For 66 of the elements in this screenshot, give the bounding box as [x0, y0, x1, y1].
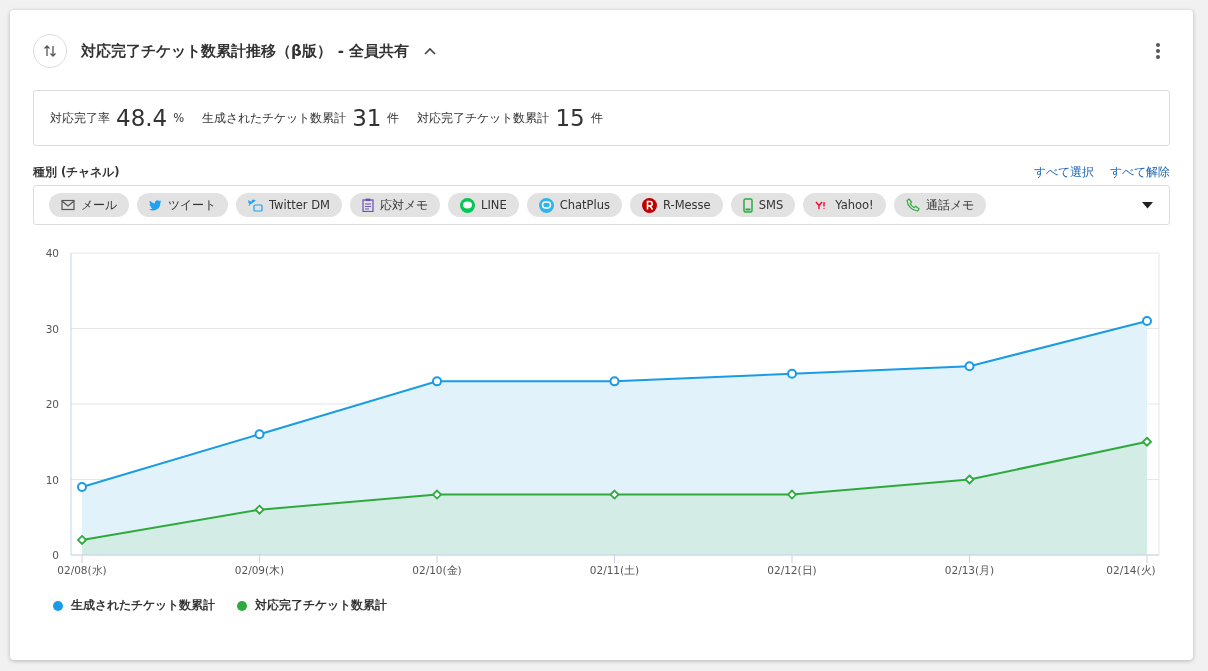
chat-bubble-icon	[460, 197, 475, 213]
clipboard-icon	[362, 198, 374, 212]
legend-label[interactable]: 生成されたチケット数累計	[71, 598, 215, 613]
x-tick-label: 02/10(金)	[412, 564, 462, 576]
sort-icon[interactable]	[33, 34, 67, 68]
more-icon[interactable]	[1155, 42, 1161, 60]
x-tick-label: 02/08(水)	[57, 564, 107, 576]
x-tick-label: 02/12(日)	[767, 564, 817, 576]
channel-chip[interactable]: ツイート	[137, 193, 228, 217]
stat-unit: %	[173, 111, 185, 125]
data-point	[786, 489, 798, 500]
channel-chip[interactable]: SMS	[730, 193, 796, 217]
data-point	[1142, 315, 1152, 326]
y-tick-label: 0	[52, 549, 59, 561]
share-label: - 全員共有	[337, 41, 410, 61]
channel-chip[interactable]: ChatPlus	[526, 193, 622, 217]
data-point	[1141, 436, 1153, 448]
data-point	[964, 361, 975, 372]
data-point	[609, 489, 620, 500]
channel-chip[interactable]: Twitter DM	[236, 193, 342, 217]
data-point	[609, 376, 620, 387]
data-point	[787, 368, 797, 379]
x-tick-label: 02/09(木)	[234, 564, 285, 576]
channel-chip[interactable]: 通話メモ	[893, 193, 986, 217]
filter-label: 種別 (チャネル)	[33, 164, 120, 180]
clear-all-link[interactable]: すべて解除	[1110, 164, 1170, 180]
dropdown-caret-icon[interactable]	[1142, 201, 1153, 209]
data-point	[254, 429, 265, 440]
select-all-link[interactable]: すべて選択	[1034, 164, 1094, 180]
stat-label: 生成されたチケット数累計	[202, 110, 347, 126]
channel-chip[interactable]: 応対メモ	[350, 193, 440, 217]
phone-icon	[742, 197, 753, 213]
stat-value: 15	[555, 105, 585, 131]
channel-filter-field[interactable]: メール ツイート Twitter DM 応対メモ LINE ChatPlus R-Messe SMS Yahoo! 通話メモ	[33, 185, 1170, 225]
channel-chip[interactable]: Yahoo!	[803, 193, 886, 217]
envelope-icon	[61, 199, 75, 211]
phone-handset-icon	[905, 198, 920, 212]
circled-r-icon	[641, 197, 657, 213]
stat-value: 48.4	[116, 105, 168, 131]
y-tick-label: 20	[45, 398, 59, 410]
data-point	[964, 474, 975, 485]
chat-bubble-icon	[538, 197, 554, 213]
channel-chip[interactable]: LINE	[448, 193, 519, 217]
bird-message-icon	[248, 198, 263, 212]
data-point	[431, 489, 443, 500]
data-point	[76, 534, 88, 546]
y-tick-label: 10	[45, 473, 59, 486]
data-point	[77, 482, 87, 493]
y-tick-label: 30	[45, 322, 59, 335]
data-point	[432, 376, 442, 387]
chart-title: 対応完了チケット数累計推移（β版）	[81, 41, 332, 61]
legend-label[interactable]: 対応完了チケット数累計	[255, 598, 387, 613]
stat-unit: 件	[387, 110, 400, 126]
y-tick-label: 40	[45, 247, 59, 259]
bird-icon	[149, 199, 162, 211]
channel-chip[interactable]: メール	[49, 193, 129, 217]
stat-unit: 件	[590, 110, 603, 126]
x-tick-label: 02/13(月)	[944, 564, 995, 576]
channel-chip[interactable]: R-Messe	[629, 193, 723, 217]
collapse-icon[interactable]	[423, 46, 438, 56]
stat-label: 対応完了チケット数累計	[417, 110, 550, 126]
x-tick-label: 02/14(火)	[1106, 564, 1156, 576]
x-tick-label: 02/11(土)	[589, 564, 640, 576]
stat-label: 対応完了率	[50, 110, 110, 126]
data-point	[254, 504, 265, 515]
stat-value: 31	[352, 105, 382, 131]
